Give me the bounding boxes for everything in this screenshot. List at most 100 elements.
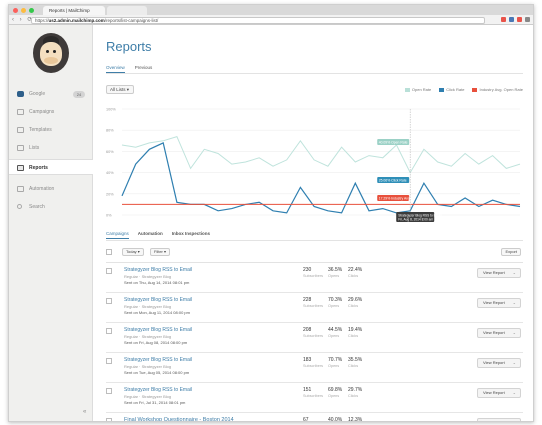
collapse-sidebar-icon[interactable]: « (83, 409, 86, 415)
view-report-button[interactable]: View Report ⌄ (477, 358, 521, 368)
extension-icon[interactable] (501, 17, 506, 22)
open-rate: 70.3% (328, 297, 343, 303)
opens-label: Opens (328, 274, 340, 278)
tab-campaigns[interactable]: Campaigns (106, 231, 129, 239)
filter-dropdown[interactable]: Filter ▾ (150, 248, 171, 256)
legend-swatch (439, 87, 445, 92)
campaign-title-link[interactable]: Strategyzer Blog RSS to Email (124, 387, 192, 393)
notification-badge: 24 (73, 91, 85, 98)
campaign-tabs: Campaigns Automation Inbox Inspections (106, 231, 210, 239)
sort-label: Today (126, 249, 137, 254)
subscriber-count: 183 (303, 357, 312, 363)
tab-inbox-inspections[interactable]: Inbox Inspections (172, 231, 210, 239)
sidebar-item-label: Automation (29, 186, 55, 192)
sidebar-item-templates[interactable]: Templates (9, 122, 93, 138)
row-checkbox[interactable] (106, 298, 112, 304)
subscribers-label: Subscribers (303, 394, 324, 398)
view-report-button[interactable]: View Report ⌄ (477, 268, 521, 278)
y-tick-label: 60% (106, 150, 114, 154)
extension-icon[interactable] (509, 17, 514, 22)
chevron-down-icon[interactable]: ⌄ (513, 389, 516, 397)
rates-line-chart[interactable]: 100% 80% 60% 40% 20% 0% 40.09% Open Rate 25.06%… (106, 99, 526, 224)
extension-icon[interactable] (517, 17, 522, 22)
sidebar-item-account[interactable]: Google 24 (9, 86, 93, 102)
y-tick-label: 40% (106, 171, 114, 175)
sidebar-item-search[interactable]: Search (9, 199, 93, 215)
logo-eye (53, 50, 56, 53)
open-rate: 36.5% (328, 267, 343, 273)
campaign-title-link[interactable]: Strategyzer Blog RSS to Email (124, 357, 192, 363)
campaign-sent-date: Sent on Mon, Aug 11, 2014 08:00 pm (124, 310, 190, 315)
row-checkbox[interactable] (106, 418, 112, 421)
automation-icon (17, 186, 24, 192)
click-rate: 35.5% (348, 357, 363, 363)
reports-icon (17, 165, 24, 171)
open-rate: 70.7% (328, 357, 343, 363)
clicks-label: Clicks (348, 274, 359, 278)
main-content: Reports Overview Previous All Lists ▾ Op… (94, 25, 533, 421)
view-report-button[interactable]: View Report ⌄ (477, 298, 521, 308)
row-checkbox[interactable] (106, 388, 112, 394)
campaign-list: Strategyzer Blog RSS to Email Regular · S… (106, 263, 523, 422)
view-report-button[interactable]: View Report ⌄ (477, 388, 521, 398)
browser-tab-reports[interactable]: Reports | MailChimp (43, 6, 105, 15)
subscribers-label: Subscribers (303, 274, 324, 278)
chevron-down-icon[interactable]: ⌄ (513, 359, 516, 367)
view-report-button[interactable]: View Report ⌄ (477, 328, 521, 338)
legend-industry-avg[interactable]: Industry Avg. Open Rate (472, 87, 523, 92)
chevron-down-icon[interactable]: ⌄ (513, 299, 516, 307)
row-checkbox[interactable] (106, 268, 112, 274)
sidebar-item-lists[interactable]: Lists (9, 140, 93, 156)
campaign-list-name: Regular · Strategyzer Blog (124, 394, 172, 399)
minimize-window-icon[interactable] (21, 8, 26, 13)
view-report-button[interactable]: View Report ⌄ (477, 418, 521, 421)
mailchimp-logo-icon[interactable] (33, 33, 69, 73)
campaign-sent-date: Sent on Tue, Aug 05, 2014 08:00 pm (124, 370, 190, 375)
chevron-down-icon[interactable]: ⌄ (513, 269, 516, 277)
y-tick-label: 20% (106, 192, 114, 196)
url-path: /reports/list-campaigns-list/ (104, 17, 159, 23)
tooltip-text: 17.29% Industry Avg (379, 196, 410, 200)
tab-automation[interactable]: Automation (138, 231, 163, 239)
series-line-click-rate (121, 142, 521, 214)
campaign-title-link[interactable]: Final Workshop Questionnaire - Boston 20… (124, 417, 234, 421)
view-report-label: View Report (483, 300, 505, 305)
legend-click-rate[interactable]: Click Rate (439, 87, 464, 92)
subscriber-count: 67 (303, 417, 309, 422)
open-rate: 69.8% (328, 387, 343, 393)
export-button[interactable]: Export (501, 248, 521, 256)
chevron-down-icon[interactable]: ⌄ (513, 329, 516, 337)
campaign-title-link[interactable]: Strategyzer Blog RSS to Email (124, 327, 192, 333)
list-filter-dropdown[interactable]: All Lists ▾ (106, 85, 134, 94)
campaign-row: Strategyzer Blog RSS to Email Regular · S… (106, 293, 523, 323)
browser-tab-new[interactable] (107, 6, 147, 15)
campaign-title-link[interactable]: Strategyzer Blog RSS to Email (124, 297, 192, 303)
legend-swatch (404, 87, 410, 92)
row-checkbox[interactable] (106, 328, 112, 334)
opens-label: Opens (328, 394, 340, 398)
open-rate: 40.0% (328, 417, 343, 422)
sort-dropdown[interactable]: Today ▾ (122, 248, 144, 256)
view-report-label: View Report (483, 390, 505, 395)
zoom-window-icon[interactable] (29, 8, 34, 13)
row-checkbox[interactable] (106, 358, 112, 364)
clicks-label: Clicks (348, 304, 359, 308)
sidebar-item-campaigns[interactable]: Campaigns (9, 104, 93, 120)
url-field[interactable]: https://us2.admin.mailchimp.com/reports/… (31, 16, 485, 24)
campaign-title-link[interactable]: Strategyzer Blog RSS to Email (124, 267, 192, 273)
legend-label: Click Rate (446, 87, 465, 92)
close-window-icon[interactable] (13, 8, 18, 13)
sidebar-item-reports[interactable]: Reports (9, 159, 93, 175)
campaign-list-name: Regular · Strategyzer Blog (124, 364, 172, 369)
templates-icon (17, 127, 24, 133)
select-all-checkbox[interactable] (106, 249, 112, 255)
tab-previous[interactable]: Previous (135, 65, 153, 73)
chevron-down-icon[interactable]: ⌄ (513, 419, 516, 421)
sidebar-item-automation[interactable]: Automation (9, 181, 93, 197)
tab-overview[interactable]: Overview (106, 65, 125, 73)
legend-open-rate[interactable]: Open Rate (404, 87, 431, 92)
page-title: Reports (106, 39, 152, 54)
menu-icon[interactable] (525, 17, 530, 22)
series-line-open-rate (121, 135, 521, 174)
campaign-list-name: Regular · Strategyzer Blog (124, 334, 172, 339)
